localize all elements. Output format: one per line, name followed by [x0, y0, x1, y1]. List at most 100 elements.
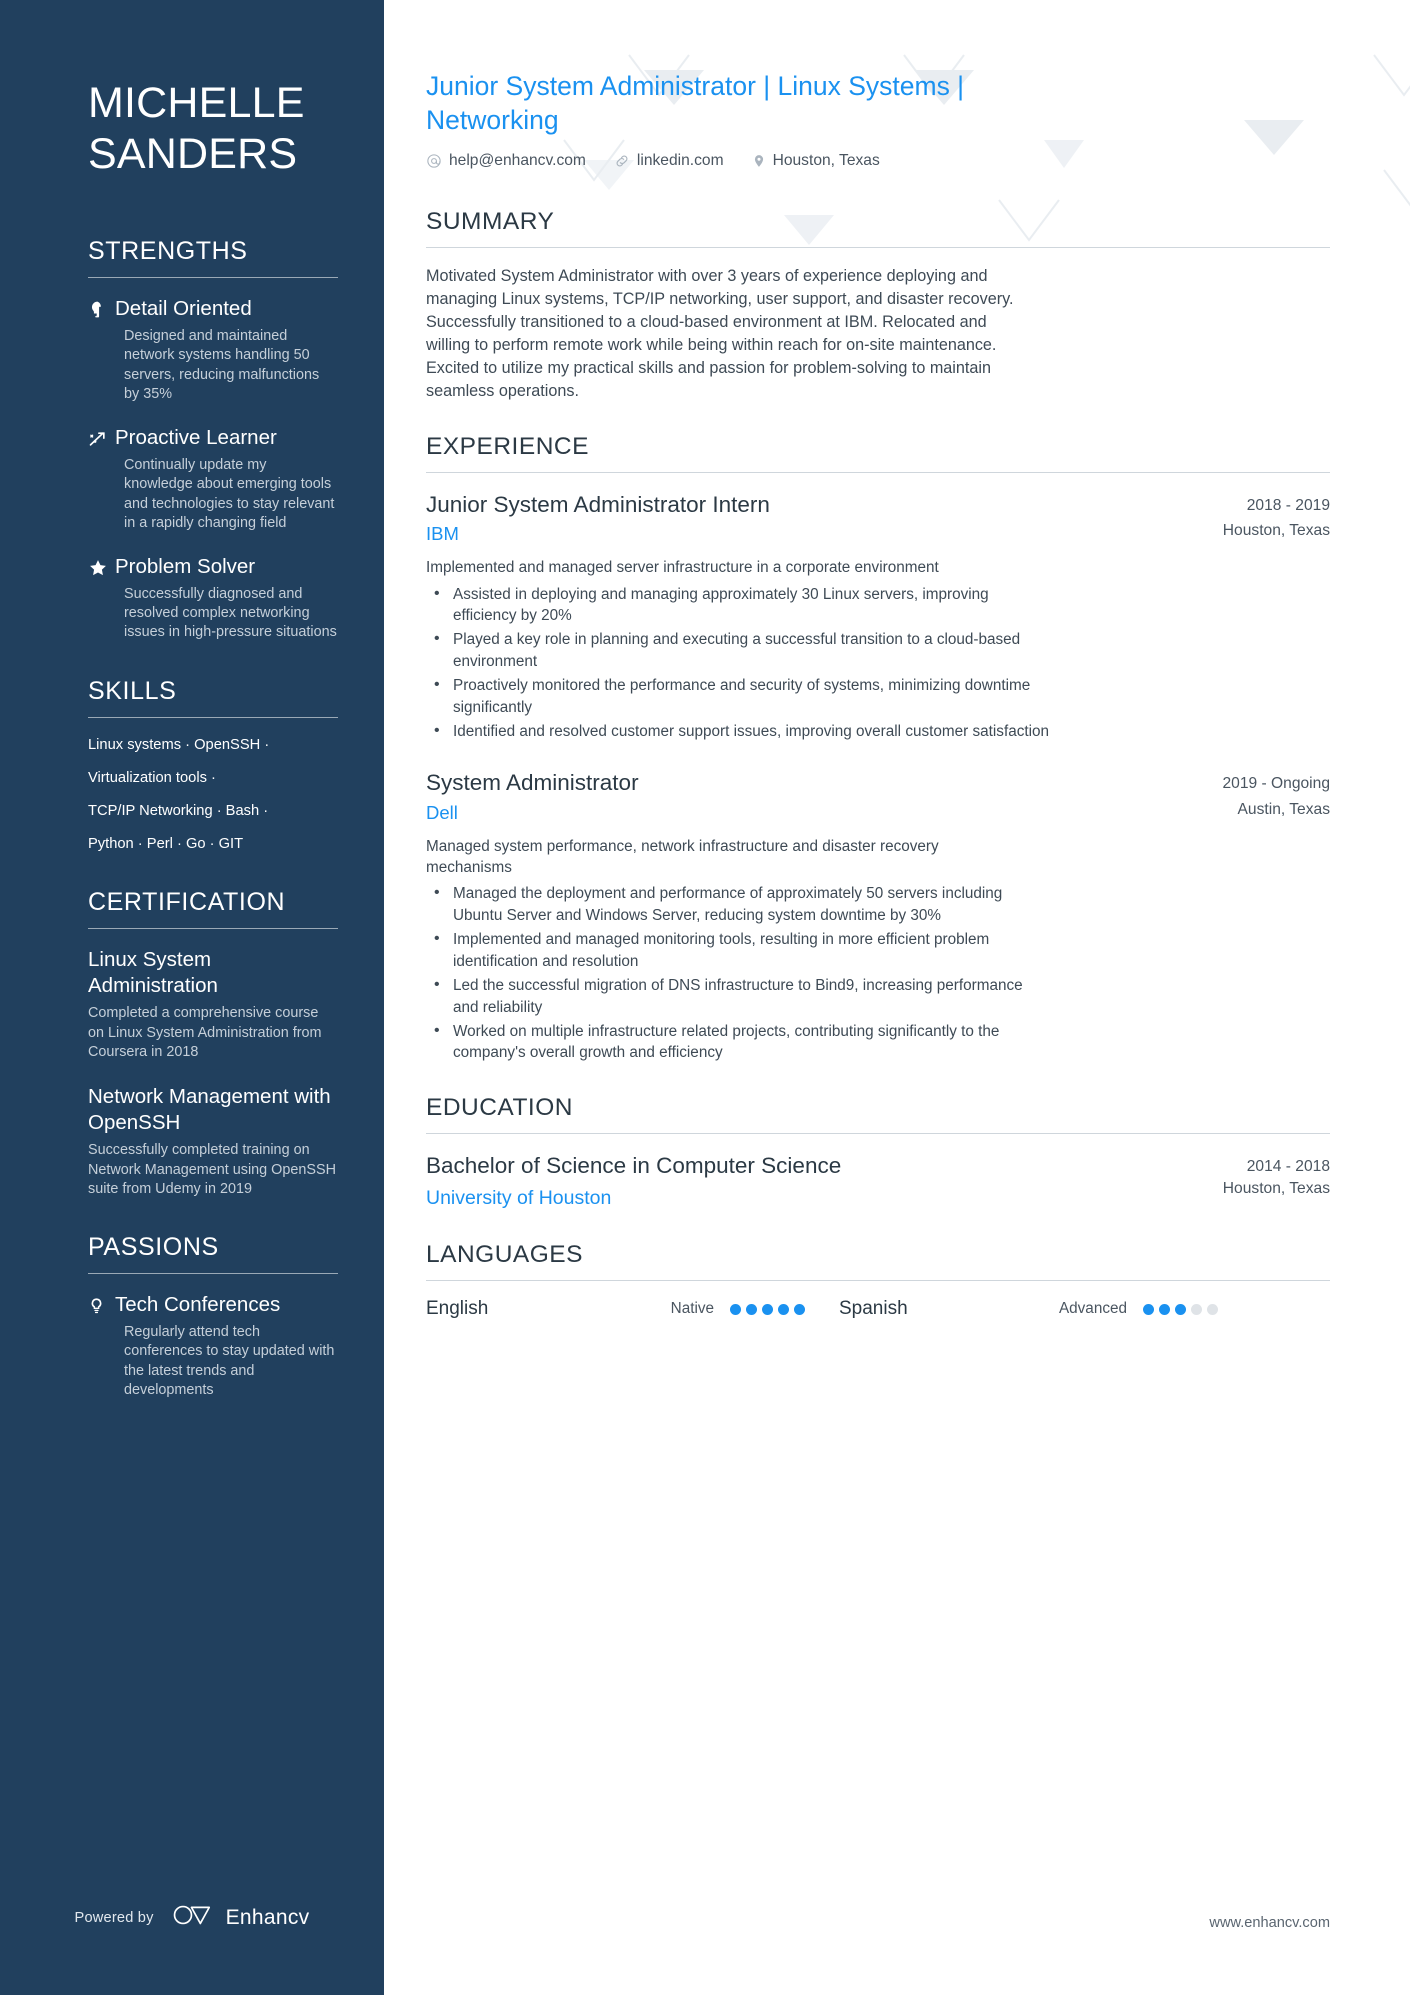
- job-company: IBM: [426, 523, 459, 545]
- strength-name: Proactive Learner: [115, 426, 277, 450]
- passions-section: PASSIONS Tech Conferences Regularly atte…: [88, 1233, 338, 1400]
- job-company: Dell: [426, 801, 458, 823]
- passions-title: PASSIONS: [88, 1233, 219, 1262]
- head-idea-icon: [88, 296, 115, 404]
- skills-divider: [88, 716, 338, 718]
- language-name: English: [426, 1298, 489, 1320]
- education-location: Houston, Texas: [1222, 1179, 1330, 1197]
- certification-name: Network Management with OpenSSH: [88, 1085, 331, 1134]
- job-bullet: Led the successful migration of DNS infr…: [426, 974, 1051, 1018]
- contact-email-text: help@enhancv.com: [449, 151, 586, 169]
- strengths-section: STRENGTHS Detail Oriented Designed and m…: [88, 237, 338, 642]
- job-bullet: Identified and resolved customer support…: [426, 720, 1051, 743]
- passion-name: Tech Conferences: [115, 1293, 281, 1317]
- strength-item: Detail Oriented Designed and maintained …: [88, 296, 338, 404]
- strength-item: Problem Solver Successfully diagnosed an…: [88, 554, 338, 643]
- enhancv-brand: Enhancv: [172, 1904, 310, 1931]
- languages-section: LANGUAGES English Native Spanish Advance…: [426, 1241, 1330, 1320]
- contact-location: Houston, Texas: [752, 152, 880, 170]
- language-level: Advanced: [1058, 1300, 1127, 1318]
- at-icon: [426, 153, 442, 169]
- main-content: Junior System Administrator | Linux Syst…: [384, 0, 1410, 1995]
- enhancv-logo-icon: [172, 1904, 216, 1931]
- certification-description: Completed a comprehensive course on Linu…: [88, 1005, 322, 1060]
- job-bullet: Worked on multiple infrastructure relate…: [426, 1020, 1051, 1064]
- job-bullet: Implemented and managed monitoring tools…: [426, 928, 1051, 972]
- summary-title: SUMMARY: [426, 207, 555, 235]
- passion-item: Tech Conferences Regularly attend tech c…: [88, 1292, 338, 1400]
- job-location: Austin, Texas: [1237, 800, 1330, 818]
- location-pin-icon: [752, 153, 766, 169]
- skills-line: TCP/IP Networking · Bash ·: [88, 802, 269, 819]
- experience-divider: [426, 471, 1330, 473]
- certification-item: Network Management with OpenSSH Successf…: [88, 1084, 338, 1199]
- education-school: University of Houston: [426, 1186, 612, 1209]
- language-rating: [730, 1303, 805, 1315]
- certification-title: CERTIFICATION: [88, 888, 286, 917]
- candidate-name: MICHELLE SANDERS: [88, 79, 305, 178]
- certification-description: Successfully completed training on Netwo…: [88, 1142, 336, 1198]
- rating-dot: [1191, 1303, 1202, 1315]
- strength-name: Problem Solver: [115, 555, 256, 579]
- sidebar: MICHELLE SANDERS STRENGTHS Detail Orient…: [0, 0, 384, 1995]
- rating-dot: [1207, 1303, 1218, 1315]
- contact-linkedin-text: linkedin.com: [636, 151, 724, 169]
- contact-email[interactable]: help@enhancv.com: [426, 152, 586, 170]
- rating-dot: [794, 1303, 805, 1315]
- rating-dot: [746, 1303, 757, 1315]
- certification-item: Linux System Administration Completed a …: [88, 947, 338, 1062]
- strength-description: Continually update my knowledge about em…: [124, 456, 335, 531]
- experience-title: EXPERIENCE: [426, 432, 589, 460]
- skills-line: Python · Perl · Go · GIT: [88, 835, 244, 852]
- job-bullet: Played a key role in planning and execut…: [426, 628, 1051, 672]
- language-level: Native: [670, 1300, 714, 1318]
- rating-dot: [1175, 1303, 1186, 1315]
- languages-title: LANGUAGES: [426, 1241, 583, 1269]
- job-bullet-list: Managed the deployment and performance o…: [426, 882, 1330, 1064]
- contact-linkedin[interactable]: linkedin.com: [614, 152, 724, 170]
- strengths-title: STRENGTHS: [88, 237, 248, 266]
- job-bullet: Assisted in deploying and managing appro…: [426, 583, 1051, 627]
- summary-text: Motivated System Administrator with over…: [426, 266, 1014, 400]
- job-location: Houston, Texas: [1222, 522, 1330, 540]
- lightbulb-icon: [88, 1292, 115, 1400]
- skills-title: SKILLS: [88, 676, 177, 705]
- experience-section: EXPERIENCE Junior System Administrator I…: [426, 433, 1330, 1064]
- language-item: Spanish Advanced: [839, 1298, 1218, 1320]
- strengths-divider: [88, 277, 338, 279]
- experience-entry: Junior System Administrator Intern 2018 …: [426, 490, 1330, 743]
- powered-by-label: Powered by: [74, 1909, 154, 1926]
- job-dates: 2019 - Ongoing: [1222, 775, 1330, 793]
- job-bullet: Proactively monitored the performance an…: [426, 674, 1051, 718]
- contact-row: help@enhancv.com linkedin.com Houston, T…: [426, 152, 1330, 170]
- language-name: Spanish: [839, 1298, 908, 1320]
- language-item: English Native: [426, 1298, 805, 1320]
- site-url: www.enhancv.com: [1209, 1915, 1330, 1931]
- strength-description: Successfully diagnosed and resolved comp…: [124, 585, 337, 641]
- job-title: Junior System Administrator Intern: [426, 491, 770, 517]
- certification-divider: [88, 928, 338, 930]
- summary-section: SUMMARY Motivated System Administrator w…: [426, 208, 1330, 403]
- languages-row: English Native Spanish Advanced: [426, 1298, 1330, 1320]
- star-icon: [88, 554, 115, 643]
- strength-item: Proactive Learner Continually update my …: [88, 425, 338, 533]
- job-dates: 2018 - 2019: [1246, 496, 1330, 514]
- rating-dot: [778, 1303, 789, 1315]
- resume-page: MICHELLE SANDERS STRENGTHS Detail Orient…: [0, 0, 1410, 1995]
- passions-divider: [88, 1273, 338, 1275]
- job-description: Implemented and managed server infrastru…: [426, 559, 939, 577]
- growth-arrow-icon: [88, 425, 115, 533]
- education-divider: [426, 1132, 1330, 1134]
- enhancv-wordmark: Enhancv: [225, 1905, 310, 1929]
- contact-location-text: Houston, Texas: [772, 151, 880, 169]
- certification-name: Linux System Administration: [88, 948, 218, 997]
- education-title: EDUCATION: [426, 1093, 573, 1121]
- job-bullet-list: Assisted in deploying and managing appro…: [426, 583, 1330, 743]
- summary-divider: [426, 246, 1330, 248]
- education-degree: Bachelor of Science in Computer Science: [426, 1152, 842, 1178]
- headline: Junior System Administrator | Linux Syst…: [426, 71, 965, 135]
- passion-description: Regularly attend tech conferences to sta…: [124, 1324, 335, 1398]
- skills-line: Virtualization tools ·: [88, 769, 216, 786]
- rating-dot: [1159, 1303, 1170, 1315]
- skills-line: Linux systems · OpenSSH ·: [88, 736, 270, 753]
